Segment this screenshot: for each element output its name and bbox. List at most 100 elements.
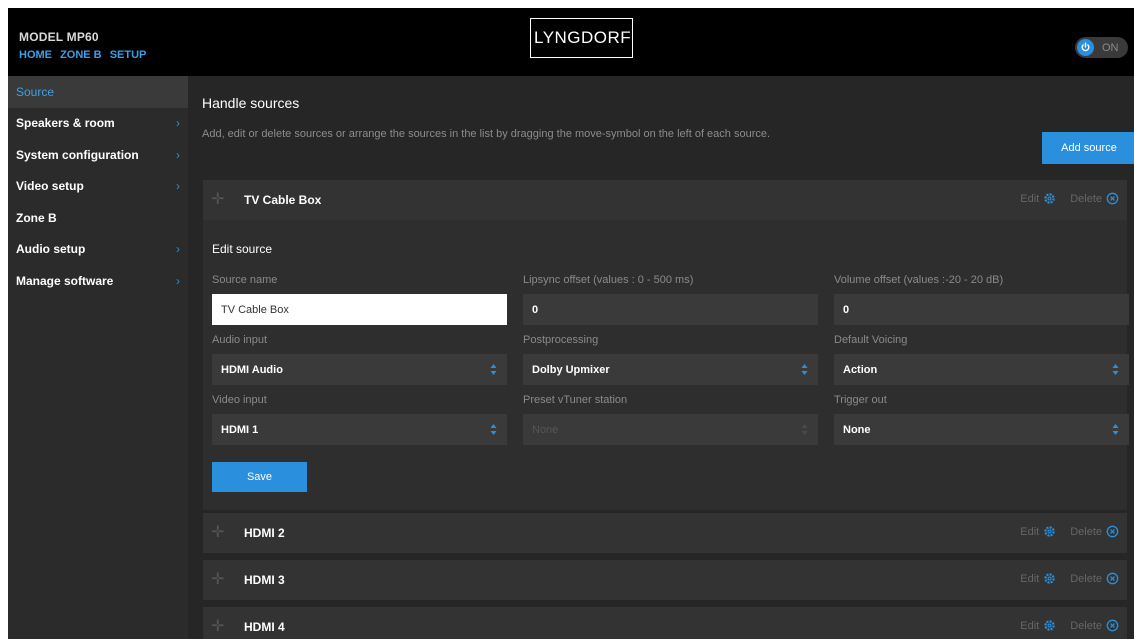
sidebar-item-label: Video setup (16, 179, 84, 194)
edit-button[interactable]: Edit (1020, 192, 1056, 205)
sidebar-item-label: Source (16, 84, 55, 99)
source-row: ✛ HDMI 4 Edit Delete (203, 607, 1127, 639)
default-voicing-label: Default Voicing (834, 334, 908, 346)
source-row: ✛ HDMI 3 Edit Delete (203, 560, 1127, 600)
chevron-right-icon: › (176, 179, 180, 194)
sidebar-item-speakers-room[interactable]: Speakers & room › (8, 108, 188, 140)
select-arrows-icon (801, 364, 808, 375)
vtuner-station-select: None (523, 414, 818, 445)
delete-label: Delete (1070, 619, 1102, 632)
source-name: HDMI 4 (244, 620, 285, 634)
trigger-out-label: Trigger out (834, 394, 887, 406)
postprocessing-select[interactable]: Dolby Upmixer (523, 354, 818, 385)
sidebar-item-label: Zone B (16, 210, 57, 225)
move-icon[interactable]: ✛ (211, 572, 224, 588)
postprocessing-value: Dolby Upmixer (532, 363, 610, 376)
model-name: MODEL MP60 (19, 30, 99, 44)
edit-button[interactable]: Edit (1020, 619, 1056, 632)
delete-button[interactable]: Delete (1070, 525, 1119, 538)
select-arrows-icon (801, 424, 808, 435)
close-circle-icon (1106, 572, 1119, 585)
edit-source-panel: Edit source Source name TV Cable Box Lip… (203, 220, 1129, 510)
delete-button[interactable]: Delete (1070, 572, 1119, 585)
logo-text: LYNGDORF (534, 28, 632, 47)
nav-zone-b[interactable]: ZONE B (60, 49, 102, 61)
source-name-label: Source name (212, 274, 278, 286)
power-icon (1077, 39, 1094, 56)
source-name: TV Cable Box (244, 193, 322, 207)
source-name-value: TV Cable Box (221, 303, 289, 316)
lipsync-offset-label: Lipsync offset (values : 0 - 500 ms) (523, 274, 694, 286)
chevron-right-icon: › (176, 273, 180, 288)
volume-offset-input[interactable]: 0 (834, 294, 1129, 325)
video-input-value: HDMI 1 (221, 423, 259, 436)
edit-label: Edit (1020, 525, 1040, 538)
move-icon[interactable]: ✛ (211, 525, 224, 541)
edit-button[interactable]: Edit (1020, 525, 1056, 538)
top-nav: HOME ZONE B SETUP (19, 49, 151, 61)
nav-home[interactable]: HOME (19, 49, 52, 61)
sidebar-item-label: Audio setup (16, 242, 86, 257)
source-row: ✛ TV Cable Box Edit Delete (203, 180, 1127, 220)
source-name: HDMI 2 (244, 526, 285, 540)
delete-button[interactable]: Delete (1070, 619, 1119, 632)
audio-input-select[interactable]: HDMI Audio (212, 354, 507, 385)
video-input-label: Video input (212, 394, 267, 406)
sidebar-item-label: Speakers & room (16, 116, 115, 131)
gear-icon (1044, 526, 1055, 537)
chevron-right-icon: › (176, 116, 180, 131)
vtuner-station-value: None (532, 423, 559, 436)
sidebar-item-audio-setup[interactable]: Audio setup › (8, 234, 188, 266)
default-voicing-select[interactable]: Action (834, 354, 1129, 385)
row-actions: Edit Delete (1020, 572, 1119, 585)
gear-icon (1044, 193, 1055, 204)
source-name: HDMI 3 (244, 573, 285, 587)
sidebar-item-zone-b[interactable]: Zone B (8, 202, 188, 234)
main-content: Handle sources Add, edit or delete sourc… (196, 76, 1134, 639)
sidebar: Source Speakers & room › System configur… (8, 76, 188, 639)
add-source-button[interactable]: Add source (1042, 132, 1134, 164)
delete-button[interactable]: Delete (1070, 192, 1119, 205)
lipsync-offset-input[interactable]: 0 (523, 294, 818, 325)
edit-button[interactable]: Edit (1020, 572, 1056, 585)
trigger-out-select[interactable]: None (834, 414, 1129, 445)
sidebar-item-label: System configuration (16, 147, 139, 162)
postprocessing-label: Postprocessing (523, 334, 599, 346)
edit-panel-title: Edit source (212, 242, 273, 256)
volume-offset-value: 0 (843, 303, 850, 316)
select-arrows-icon (1112, 364, 1119, 375)
gear-icon (1044, 620, 1055, 631)
sidebar-item-source[interactable]: Source (8, 76, 188, 108)
select-arrows-icon (490, 424, 497, 435)
move-icon[interactable]: ✛ (211, 192, 224, 208)
volume-offset-label: Volume offset (values :-20 - 20 dB) (834, 274, 1004, 286)
page-description: Add, edit or delete sources or arrange t… (202, 128, 771, 140)
page-title: Handle sources (202, 95, 300, 111)
header: MODEL MP60 HOME ZONE B SETUP LYNGDORF ON (8, 8, 1134, 76)
chevron-right-icon: › (176, 147, 180, 162)
row-actions: Edit Delete (1020, 192, 1119, 205)
sidebar-item-video-setup[interactable]: Video setup › (8, 171, 188, 203)
delete-label: Delete (1070, 525, 1102, 538)
lipsync-offset-value: 0 (532, 303, 539, 316)
delete-label: Delete (1070, 192, 1102, 205)
default-voicing-value: Action (843, 363, 878, 376)
trigger-out-value: None (843, 423, 871, 436)
source-name-input[interactable]: TV Cable Box (212, 294, 507, 325)
sidebar-item-system-configuration[interactable]: System configuration › (8, 139, 188, 171)
video-input-select[interactable]: HDMI 1 (212, 414, 507, 445)
edit-label: Edit (1020, 619, 1040, 632)
power-toggle[interactable]: ON (1075, 37, 1128, 58)
close-circle-icon (1106, 525, 1119, 538)
chevron-right-icon: › (176, 242, 180, 257)
move-icon[interactable]: ✛ (211, 619, 224, 635)
sidebar-item-manage-software[interactable]: Manage software › (8, 265, 188, 297)
save-button[interactable]: Save (212, 462, 307, 492)
lyngdorf-logo: LYNGDORF (530, 18, 634, 58)
edit-label: Edit (1020, 192, 1040, 205)
select-arrows-icon (490, 364, 497, 375)
close-circle-icon (1106, 619, 1119, 632)
audio-input-value: HDMI Audio (221, 363, 283, 376)
source-row: ✛ HDMI 2 Edit Delete (203, 513, 1127, 553)
nav-setup[interactable]: SETUP (110, 49, 147, 61)
